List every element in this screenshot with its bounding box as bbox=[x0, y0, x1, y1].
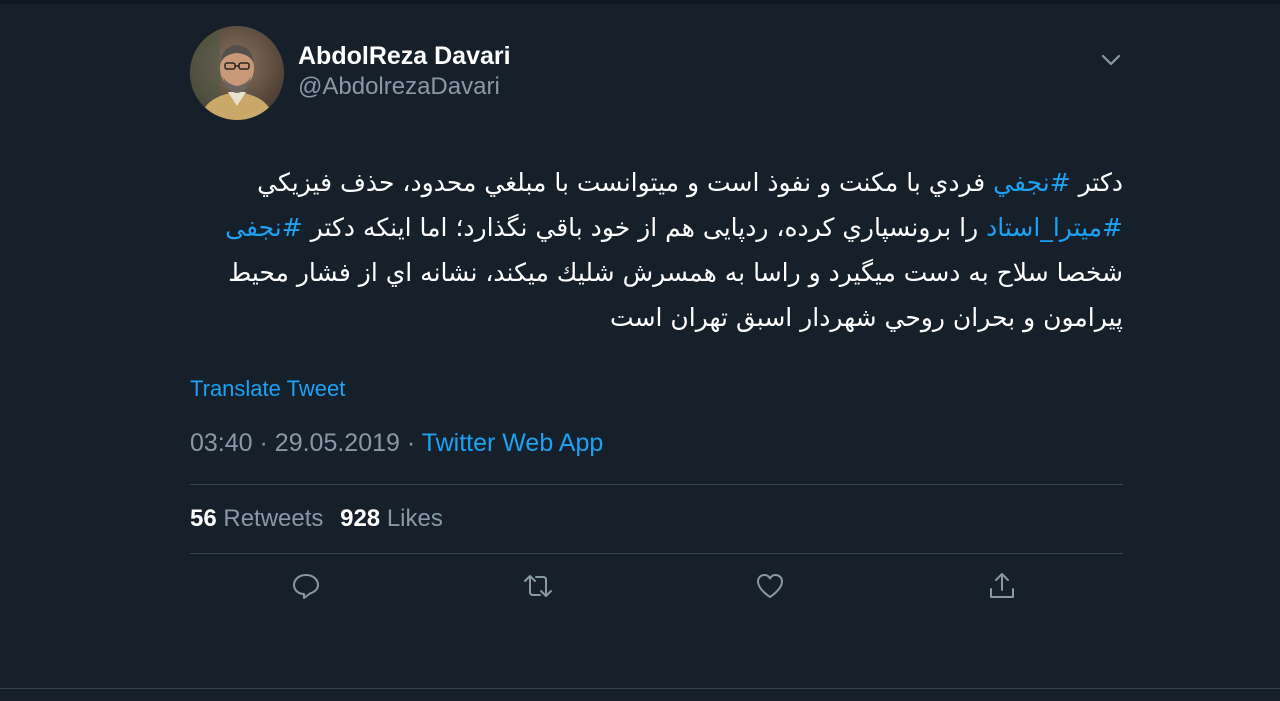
retweets-stat[interactable]: 56 Retweets bbox=[190, 505, 323, 532]
retweets-label: Retweets bbox=[223, 505, 324, 532]
retweet-icon[interactable] bbox=[522, 570, 554, 602]
author-names: AbdolReza Davari @AbdolrezaDavari bbox=[298, 41, 511, 102]
meta-separator: · bbox=[406, 429, 416, 457]
tweet-date[interactable]: 29.05.2019 bbox=[275, 429, 400, 457]
meta-separator: · bbox=[259, 429, 268, 457]
heart-icon[interactable] bbox=[754, 570, 786, 602]
tweet-time[interactable]: 03:40 bbox=[190, 429, 253, 457]
reply-icon[interactable] bbox=[290, 570, 322, 602]
hashtag-link[interactable]: #میترا_استاد bbox=[986, 213, 1123, 242]
tweet-text: دکتر #نجفي فردي با مکنت و نفوذ است و میت… bbox=[190, 160, 1123, 340]
display-name[interactable]: AbdolReza Davari bbox=[298, 41, 511, 71]
tweet-text-segment: شخصا سلاح به دست میگیرد و راسا به همسرش … bbox=[228, 258, 1123, 332]
top-edge bbox=[0, 0, 1280, 4]
retweets-count: 56 bbox=[190, 505, 217, 532]
tweet-text-segment: فردي با مکنت و نفوذ است و میتوانست با مب… bbox=[257, 168, 994, 197]
hashtag-link[interactable]: #نجفي bbox=[993, 168, 1071, 197]
likes-label: Likes bbox=[386, 505, 443, 532]
likes-count: 928 bbox=[340, 505, 381, 532]
tweet-meta: 03:40 · 29.05.2019 · Twitter Web App bbox=[190, 428, 1123, 458]
tweet-page: AbdolReza Davari @AbdolrezaDavari دکتر #… bbox=[0, 0, 1280, 701]
translate-tweet-link[interactable]: Translate Tweet bbox=[190, 376, 345, 402]
share-icon[interactable] bbox=[986, 570, 1018, 602]
avatar[interactable] bbox=[190, 26, 284, 120]
likes-stat[interactable]: 928 Likes bbox=[340, 505, 443, 532]
tweet-card: AbdolReza Davari @AbdolrezaDavari دکتر #… bbox=[190, 26, 1123, 618]
bottom-divider bbox=[0, 688, 1280, 689]
tweet-stats: 56 Retweets 928 Likes bbox=[190, 485, 1123, 553]
tweet-header: AbdolReza Davari @AbdolrezaDavari bbox=[190, 26, 1123, 120]
user-handle[interactable]: @AbdolrezaDavari bbox=[298, 72, 511, 102]
source-app-link[interactable]: Twitter Web App bbox=[422, 429, 604, 457]
chevron-down-icon[interactable] bbox=[1099, 52, 1123, 68]
action-bar bbox=[190, 554, 1123, 618]
hashtag-link[interactable]: #نجفی bbox=[225, 213, 303, 242]
tweet-text-segment: را برونسپاري کرده، ردپایی هم از خود باقي… bbox=[302, 213, 987, 242]
tweet-text-segment: دکتر bbox=[1070, 168, 1123, 197]
